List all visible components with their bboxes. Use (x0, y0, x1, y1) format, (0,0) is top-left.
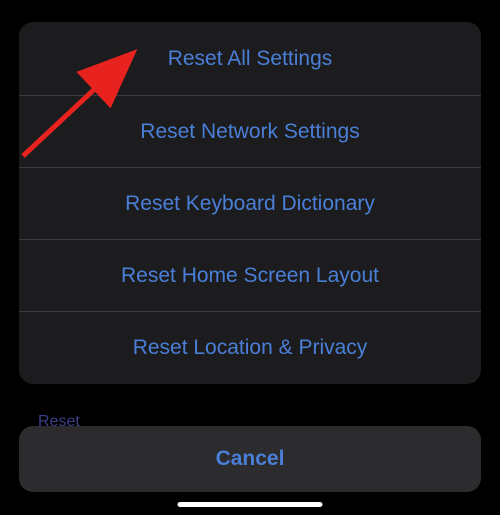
action-label: Reset Network Settings (140, 120, 359, 144)
cancel-button[interactable]: Cancel (19, 426, 481, 492)
reset-network-settings-button[interactable]: Reset Network Settings (19, 96, 481, 168)
reset-home-screen-layout-button[interactable]: Reset Home Screen Layout (19, 240, 481, 312)
action-label: Reset Keyboard Dictionary (125, 192, 375, 216)
reset-keyboard-dictionary-button[interactable]: Reset Keyboard Dictionary (19, 168, 481, 240)
reset-location-privacy-button[interactable]: Reset Location & Privacy (19, 312, 481, 384)
cancel-label: Cancel (216, 447, 285, 471)
action-label: Reset Home Screen Layout (121, 264, 379, 288)
action-label: Reset Location & Privacy (133, 336, 368, 360)
action-label: Reset All Settings (168, 47, 333, 71)
reset-action-sheet: Reset All Settings Reset Network Setting… (19, 22, 481, 384)
home-indicator[interactable] (178, 502, 323, 507)
reset-all-settings-button[interactable]: Reset All Settings (19, 22, 481, 96)
